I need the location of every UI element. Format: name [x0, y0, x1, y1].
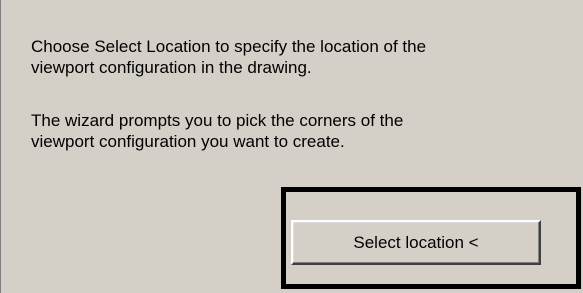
- instruction-line: The wizard prompts you to pick the corne…: [31, 111, 404, 130]
- instruction-paragraph-select-location: Choose Select Location to specify the lo…: [31, 36, 561, 78]
- instruction-line: Choose Select Location to specify the lo…: [31, 37, 427, 56]
- instruction-line: viewport configuration in the drawing.: [31, 58, 312, 77]
- instruction-line: viewport configuration you want to creat…: [31, 132, 345, 151]
- select-location-button-label: Select location <: [353, 232, 479, 252]
- wizard-panel: Choose Select Location to specify the lo…: [0, 0, 583, 293]
- instruction-paragraph-pick-corners: The wizard prompts you to pick the corne…: [31, 110, 561, 152]
- select-location-button[interactable]: Select location <: [291, 220, 541, 265]
